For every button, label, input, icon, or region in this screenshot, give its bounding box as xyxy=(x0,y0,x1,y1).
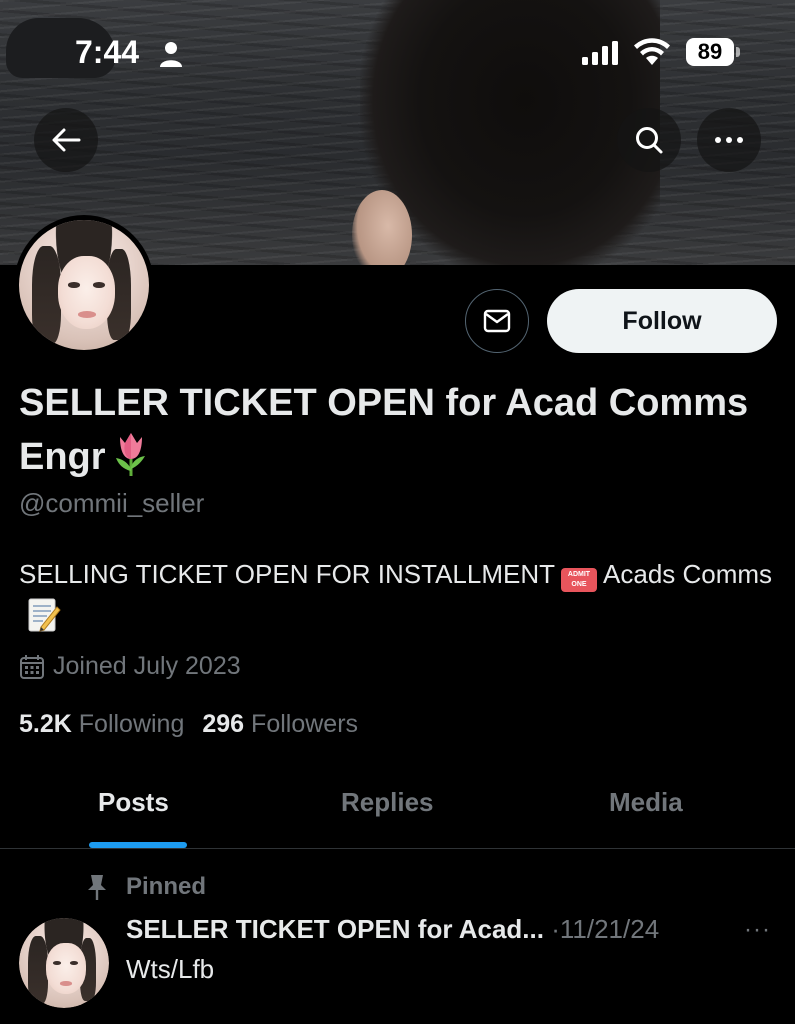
post-more-button[interactable]: ··· xyxy=(744,916,771,944)
profile-tabs: Posts Replies Media xyxy=(0,760,795,849)
person-icon xyxy=(160,42,182,67)
wifi-icon xyxy=(634,38,670,65)
follow-button[interactable]: Follow xyxy=(547,289,777,353)
pinned-indicator: Pinned xyxy=(86,873,206,901)
envelope-icon xyxy=(483,309,511,333)
following-link[interactable]: 5.2K Following xyxy=(19,710,184,738)
profile-avatar[interactable] xyxy=(14,215,154,355)
more-dots-icon xyxy=(715,137,743,143)
following-count: 5.2K xyxy=(19,710,72,738)
post-avatar-image xyxy=(19,918,109,1008)
post-date-separator: · xyxy=(551,914,560,944)
tab-replies[interactable]: Replies xyxy=(341,787,434,818)
display-name: SELLER TICKET OPEN for Acad Comms Engr xyxy=(19,376,759,484)
follow-counts: 5.2K Following 296 Followers xyxy=(19,710,358,739)
pinned-label: Pinned xyxy=(126,873,207,900)
following-label: Following xyxy=(78,710,185,738)
tab-posts[interactable]: Posts xyxy=(98,787,169,818)
status-time: 7:44 xyxy=(75,34,140,70)
cellular-signal-icon xyxy=(582,41,618,65)
more-options-button[interactable] xyxy=(697,108,761,172)
joined-text: Joined July 2023 xyxy=(53,652,241,680)
arrow-left-icon xyxy=(52,128,81,152)
search-button[interactable] xyxy=(617,108,681,172)
ticket-emoji-icon: ADMIT ONE xyxy=(561,568,598,592)
tulip-emoji-icon xyxy=(115,433,145,476)
post-text: Wts/Lfb xyxy=(126,954,215,984)
followers-label: Followers xyxy=(251,710,359,738)
bio-text-2: Acads Comms xyxy=(603,559,773,589)
post-author-name[interactable]: SELLER TICKET OPEN for Acad... xyxy=(126,914,544,944)
status-bar: 7:44 89 xyxy=(0,0,795,100)
back-button[interactable] xyxy=(34,108,98,172)
profile-bio: SELLING TICKET OPEN FOR INSTALLMENT ADMIT… xyxy=(19,553,779,637)
followers-link[interactable]: 296 Followers xyxy=(202,710,358,738)
bio-text-1: SELLING TICKET OPEN FOR INSTALLMENT xyxy=(19,559,556,589)
post-author-avatar[interactable] xyxy=(19,918,109,1008)
followers-count: 296 xyxy=(202,710,245,738)
battery-tip xyxy=(736,47,740,57)
battery-indicator: 89 xyxy=(686,38,734,66)
tab-media[interactable]: Media xyxy=(609,787,683,818)
user-handle: @commii_seller xyxy=(19,488,205,518)
memo-emoji-icon xyxy=(28,598,61,632)
message-button[interactable] xyxy=(465,289,529,353)
post-date[interactable]: 11/21/24 xyxy=(560,914,659,944)
search-icon xyxy=(636,127,663,154)
active-tab-indicator xyxy=(89,842,187,848)
pin-icon xyxy=(88,875,106,900)
avatar-image xyxy=(19,220,149,350)
post-header: SELLER TICKET OPEN for Acad... ·11/21/24 xyxy=(126,914,659,945)
calendar-icon xyxy=(20,654,44,679)
joined-date: Joined July 2023 xyxy=(19,652,241,681)
